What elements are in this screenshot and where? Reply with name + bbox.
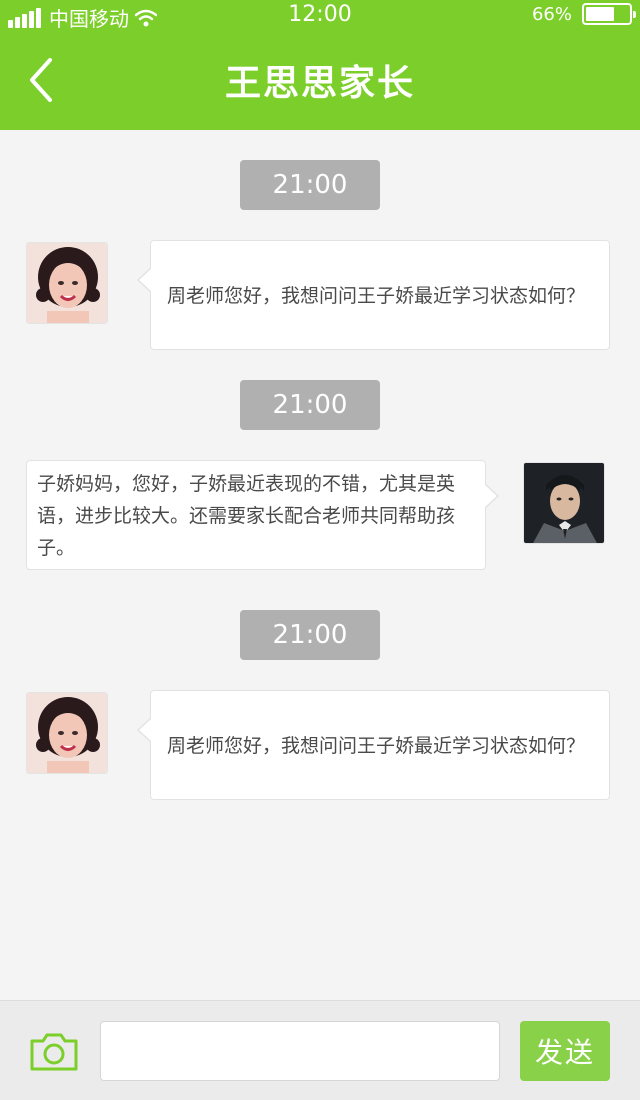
camera-icon — [30, 1033, 78, 1071]
message-timestamp: 21:00 — [240, 160, 380, 210]
page-title: 王思思家长 — [224, 63, 415, 104]
message-text: 周老师您好，我想问问王子娇最近学习状态如何？ — [167, 735, 586, 757]
battery-percent: 66% — [531, 3, 572, 25]
parent-avatar[interactable] — [26, 242, 108, 324]
message-bubble-received[interactable]: 周老师您好，我想问问王子娇最近学习状态如何？ — [137, 690, 610, 800]
battery-icon — [582, 3, 636, 25]
message-bubble-received[interactable]: 周老师您好，我想问问王子娇最近学习状态如何？ — [137, 240, 610, 350]
message-timestamp: 21:00 — [240, 610, 380, 660]
message-bubble-sent[interactable]: 子娇妈妈，您好，子娇最近表现的不错，尤其是英语，进步比较大。还需要家长配合老师共… — [26, 460, 499, 570]
parent-avatar[interactable] — [26, 692, 108, 774]
message-text: 周老师您好，我想问问王子娇最近学习状态如何？ — [167, 285, 586, 307]
chat-area[interactable]: 21:00 周老师您好，我想问问王子娇最近学习状态如何？ 21:00 子娇妈妈，… — [0, 130, 640, 1000]
status-bar: 中国移动 12:00 66% — [0, 0, 640, 32]
message-input[interactable] — [100, 1021, 500, 1081]
header: 中国移动 12:00 66% 王思思家长 — [0, 0, 640, 130]
battery-fill — [586, 7, 614, 21]
status-right: 66% — [531, 3, 636, 25]
send-button[interactable]: 发送 — [520, 1021, 610, 1081]
message-timestamp: 21:00 — [240, 380, 380, 430]
input-bar: 发送 — [0, 1000, 640, 1100]
camera-button[interactable] — [28, 1031, 80, 1073]
message-text: 子娇妈妈，您好，子娇最近表现的不错，尤其是英语，进步比较大。还需要家长配合老师共… — [37, 473, 456, 559]
teacher-avatar[interactable] — [523, 462, 605, 544]
